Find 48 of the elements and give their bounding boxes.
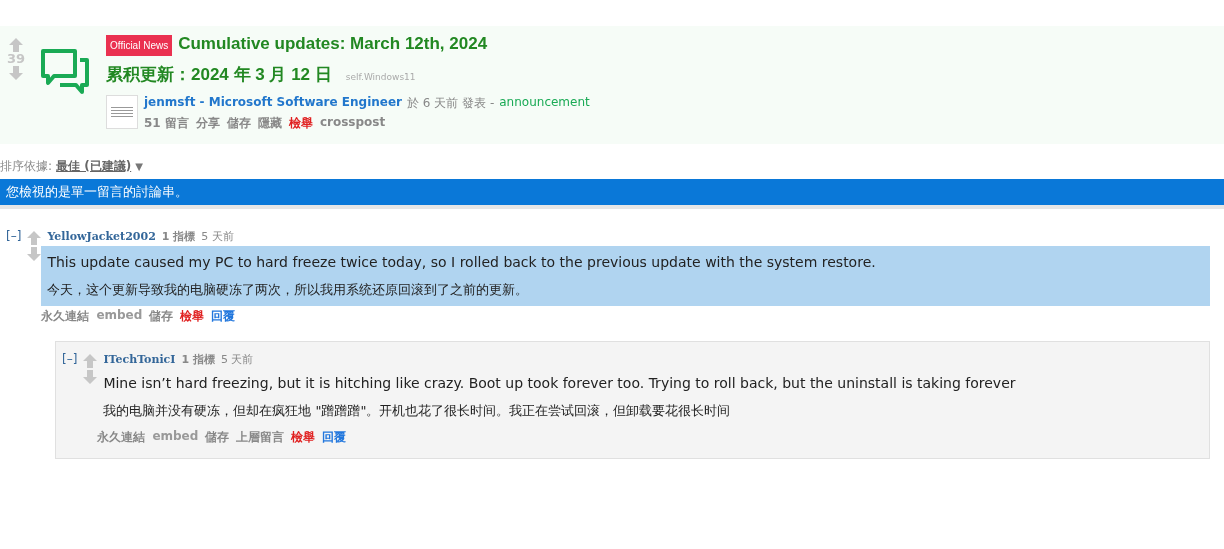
comment-text: This update caused my PC to hard freeze twice today, so I rolled back to the previous update with the system restore. — [47, 253, 877, 272]
author-link[interactable]: jenmsft - Microsoft Software Engineer — [144, 95, 403, 112]
chat-bubbles-icon[interactable] — [40, 48, 90, 94]
action-link[interactable]: 永久連結 — [41, 308, 90, 325]
flair-link[interactable]: announcement — [499, 95, 590, 112]
timestamp: 5 天前 — [201, 229, 234, 244]
author-link[interactable]: ITechTonicI — [103, 353, 176, 366]
action-link[interactable]: 檢舉 — [180, 308, 205, 325]
action-link[interactable]: 隱藏 — [257, 115, 282, 132]
action-link[interactable]: 永久連結 — [97, 429, 146, 446]
points: 1 指標 — [181, 352, 215, 367]
comment-text: Mine isn’t hard freezing, but it is hitching like crazy. Boot up took forever too. Trying to roll back, but the uninstall is taking forever — [103, 374, 1017, 393]
sort-dropdown[interactable]: 最佳 (已建議) — [56, 158, 132, 175]
upvote-icon[interactable] — [9, 38, 23, 52]
points: 1 指標 — [161, 229, 196, 244]
post-time: 於 6 天前 發表 - — [407, 95, 495, 112]
collapse-toggle[interactable]: [–] — [6, 229, 22, 243]
action-link[interactable]: 回覆 — [211, 308, 236, 325]
domain-link[interactable]: self.Windows11 — [345, 71, 416, 82]
action-link[interactable]: 儲存 — [226, 115, 251, 132]
comment-text: 我的电脑并没有硬冻，但却在疯狂地 "蹭蹭蹭"。开机也花了很长时间。我正在尝试回滚，但卸载要花很长时间 — [103, 402, 732, 420]
action-link[interactable]: crosspost — [319, 115, 386, 132]
caret-icon[interactable]: ▼ — [135, 161, 143, 172]
upvote-icon[interactable] — [27, 231, 42, 245]
flair-tag: Official News — [106, 35, 173, 56]
action-link[interactable]: 檢舉 — [291, 429, 316, 446]
sort-label: 排序依據: — [0, 158, 53, 175]
action-link[interactable]: 51 留言 — [144, 115, 189, 132]
upvote-icon[interactable] — [83, 354, 98, 368]
downvote-icon[interactable] — [9, 66, 23, 80]
action-link[interactable]: 分享 — [195, 115, 220, 132]
comment-text: 今天，这个更新导致我的电脑硬冻了两次，所以我用系统还原回滚到了之前的更新。 — [47, 281, 530, 299]
action-link[interactable]: 儲存 — [205, 429, 230, 446]
action-link[interactable]: 上層留言 — [236, 429, 285, 446]
collapse-toggle[interactable]: [–] — [62, 352, 78, 366]
action-link[interactable]: 檢舉 — [288, 115, 313, 132]
action-link[interactable]: 回覆 — [322, 429, 347, 446]
downvote-icon[interactable] — [27, 247, 42, 261]
downvote-icon[interactable] — [83, 370, 98, 384]
post-title[interactable]: Cumulative updates: March 12th, 2024 — [178, 34, 488, 54]
action-link[interactable]: 儲存 — [149, 308, 174, 325]
timestamp: 5 天前 — [220, 352, 254, 367]
author-link[interactable]: YellowJacket2002 — [47, 230, 156, 243]
info-banner: 您檢視的是單一留言的討論串。 — [0, 179, 1224, 209]
post-title[interactable]: 累积更新：2024 年 3 月 12 日 — [106, 62, 332, 86]
action-link[interactable]: embed — [96, 308, 143, 325]
action-link[interactable]: embed — [152, 429, 199, 446]
text-post-icon[interactable] — [106, 95, 138, 129]
